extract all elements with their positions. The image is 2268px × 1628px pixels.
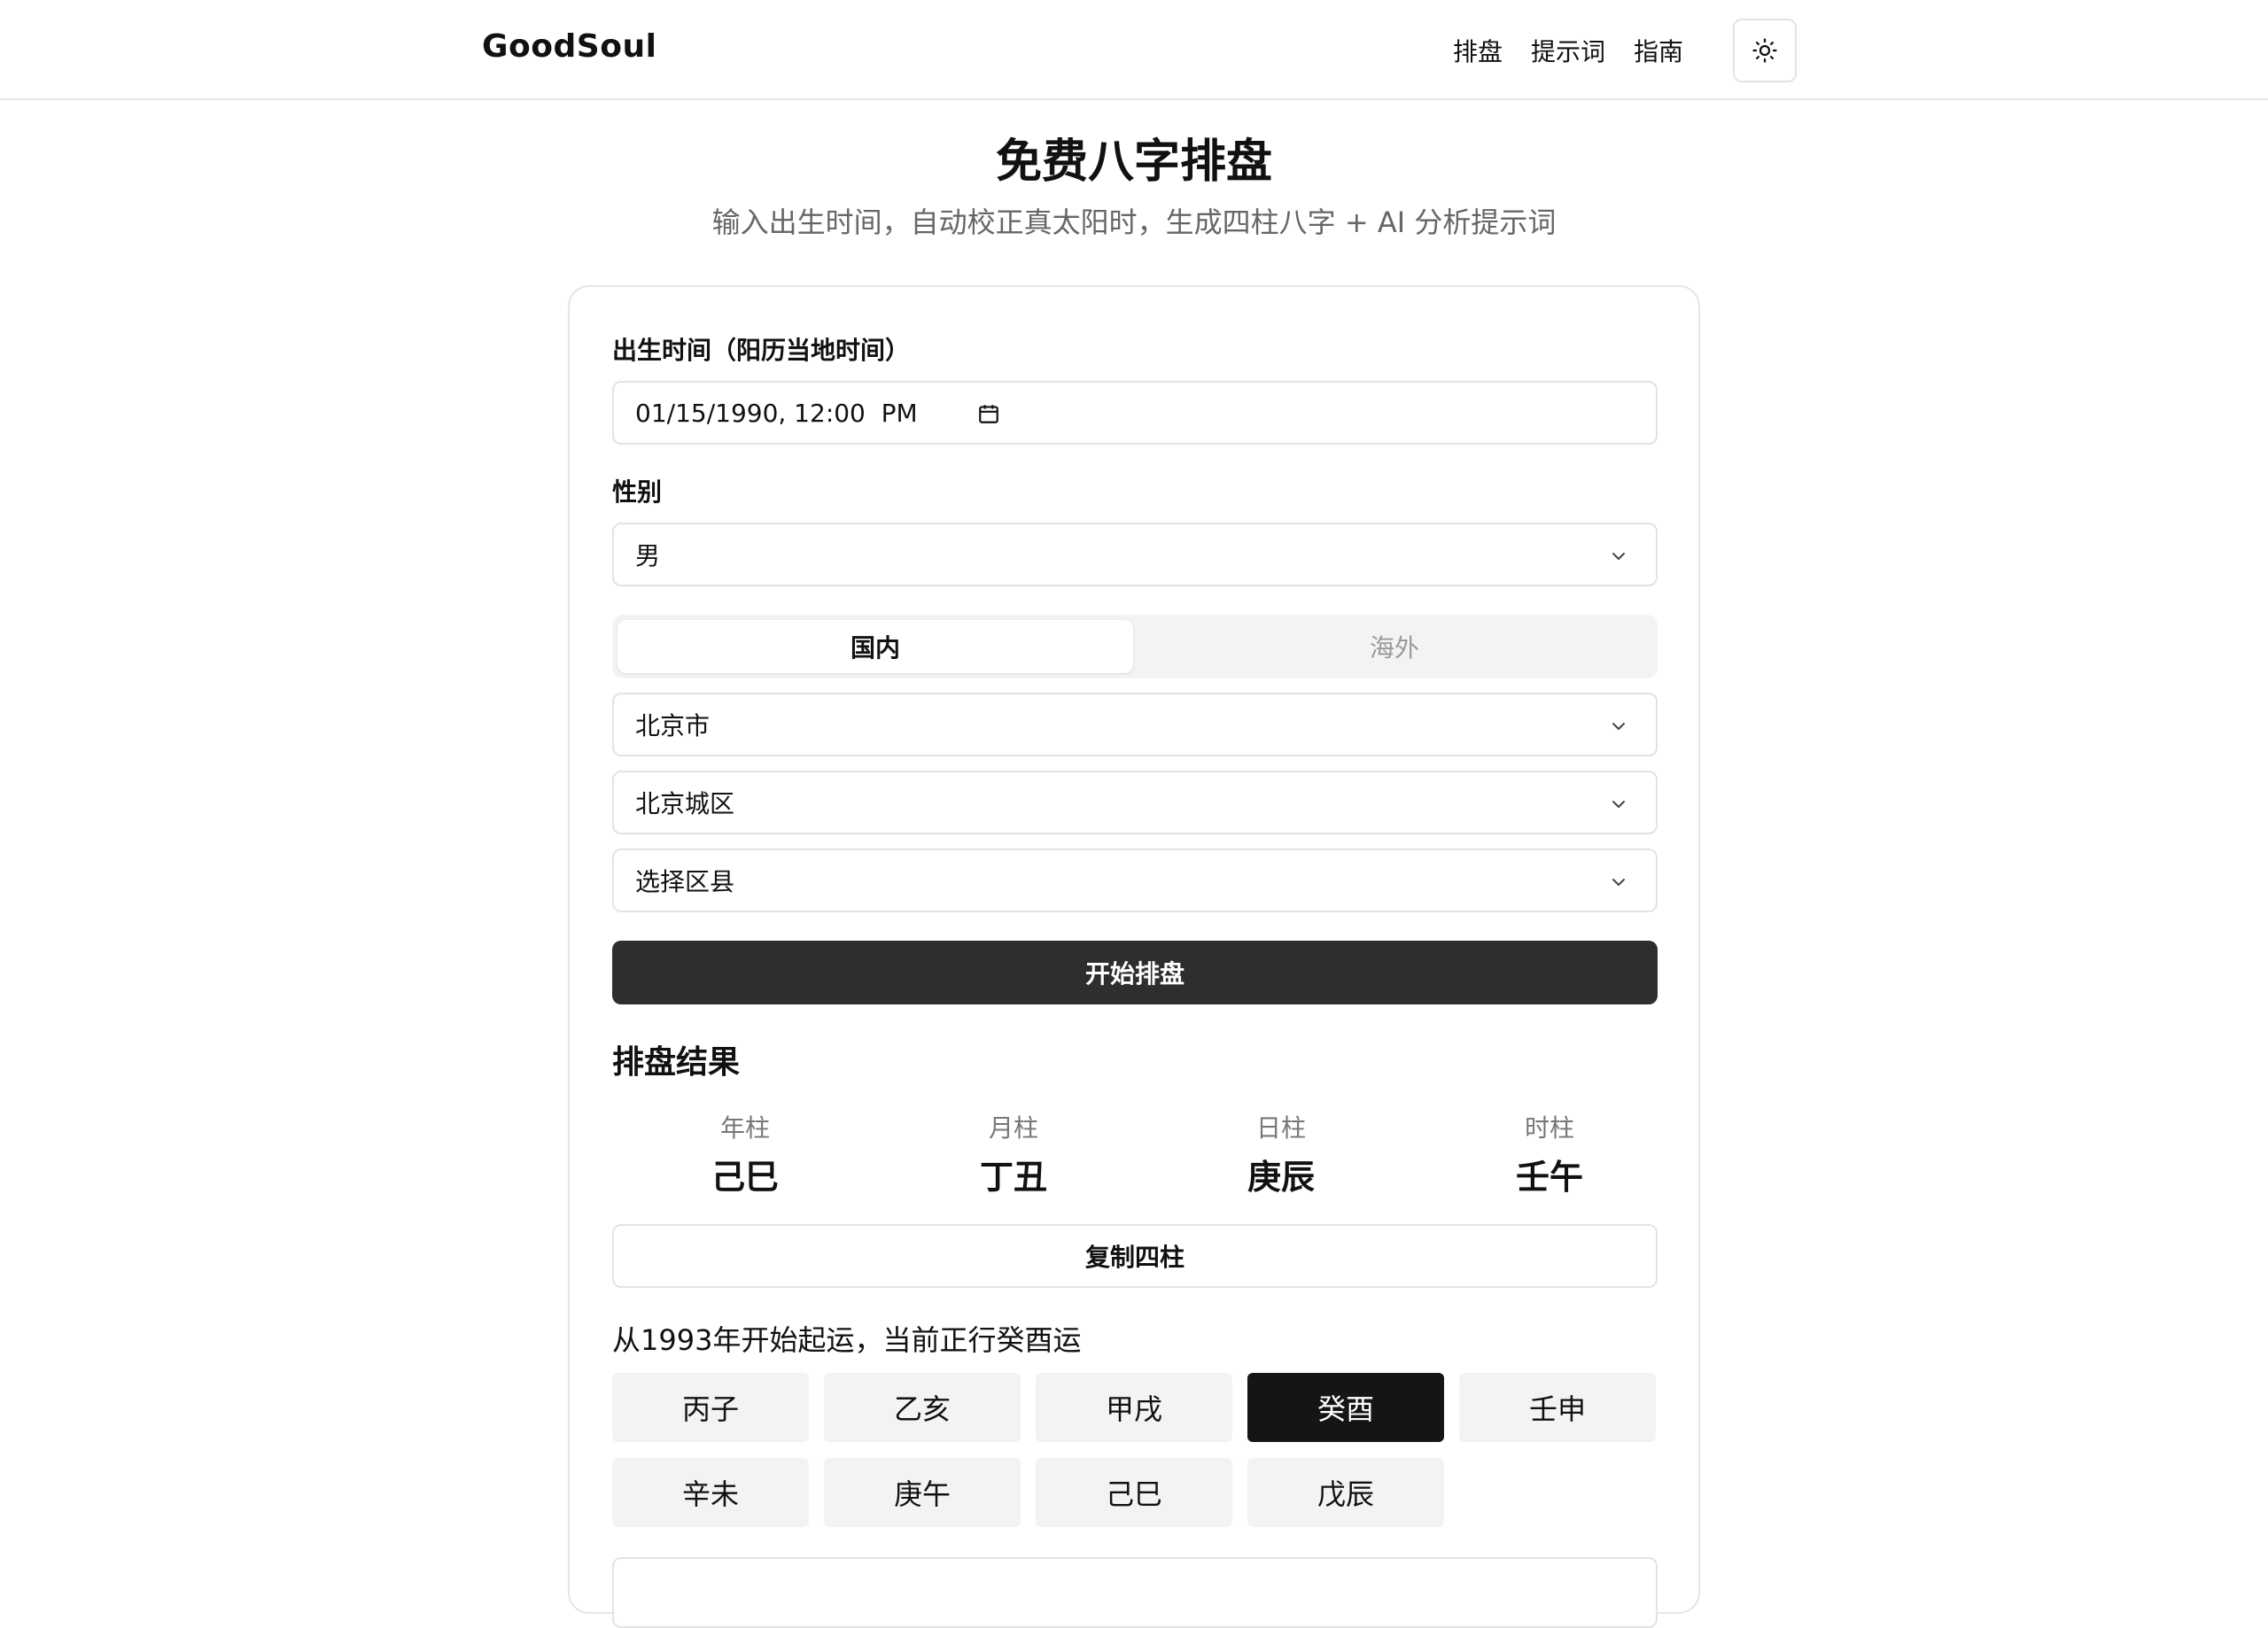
luck-start-text: 从1993年开始起运，当前正行癸酉运 xyxy=(612,1323,1082,1357)
city-select[interactable]: 北京城区 xyxy=(612,771,1658,834)
chevron-down-icon xyxy=(1612,553,1625,560)
luck-cycle-cell[interactable]: 己巳 xyxy=(1036,1458,1232,1527)
sun-icon xyxy=(1752,37,1777,63)
gender-select-value: 男 xyxy=(635,541,661,570)
luck-cycle-cell[interactable]: 甲戌 xyxy=(1036,1373,1232,1442)
four-pillars: 年柱 己巳 月柱 丁丑 日柱 庚辰 时柱 壬午 xyxy=(612,1111,1658,1199)
birth-datetime-input[interactable]: 01/15/1990, 12:00 PM xyxy=(612,381,1658,445)
pillar-month: 月柱 丁丑 xyxy=(881,1111,1146,1198)
pillar-name: 时柱 xyxy=(1524,1113,1574,1143)
pillar-value: 庚辰 xyxy=(1247,1158,1315,1197)
brand-logo[interactable]: GoodSoul xyxy=(482,28,656,65)
main-nav: 排盘 提示词 指南 xyxy=(1453,18,1798,82)
top-navigation-bar: GoodSoul 排盘 提示词 指南 xyxy=(0,0,2268,100)
theme-toggle-button[interactable] xyxy=(1733,18,1798,82)
calendar-icon[interactable] xyxy=(977,402,1000,425)
gender-select[interactable]: 男 xyxy=(612,523,1658,586)
luck-cycle-cell[interactable]: 壬申 xyxy=(1459,1373,1656,1442)
pillar-name: 月柱 xyxy=(988,1113,1038,1143)
chevron-down-icon xyxy=(1612,879,1625,886)
luck-cycle-cell[interactable]: 辛未 xyxy=(612,1458,809,1527)
pillar-hour: 时柱 壬午 xyxy=(1417,1111,1682,1198)
nav-link-paipan[interactable]: 排盘 xyxy=(1453,33,1503,68)
pillar-value: 己巳 xyxy=(711,1158,779,1197)
location-segmented-control: 国内 海外 xyxy=(612,615,1658,678)
result-title: 排盘结果 xyxy=(612,1044,741,1081)
birth-time-label: 出生时间（阳历当地时间） xyxy=(612,336,911,365)
province-select[interactable]: 北京市 xyxy=(612,693,1658,756)
start-paipan-button[interactable]: 开始排盘 xyxy=(612,941,1658,1004)
paipan-form-card: 出生时间（阳历当地时间） 01/15/1990, 12:00 PM 性别 男 国… xyxy=(568,285,1700,1628)
district-select-value: 选择区县 xyxy=(635,867,735,896)
province-select-value: 北京市 xyxy=(635,711,711,740)
tab-overseas[interactable]: 海外 xyxy=(1137,620,1652,673)
district-select[interactable]: 选择区县 xyxy=(612,849,1658,912)
luck-cycle-cell[interactable]: 乙亥 xyxy=(824,1373,1021,1442)
pillar-year: 年柱 己巳 xyxy=(612,1111,878,1198)
pillar-name: 年柱 xyxy=(719,1113,770,1143)
chevron-down-icon xyxy=(1612,801,1625,808)
page-title: 免费八字排盘 xyxy=(995,136,1272,189)
luck-cycle-cell[interactable]: 戊辰 xyxy=(1247,1458,1444,1527)
luck-cycle-cell-current[interactable]: 癸酉 xyxy=(1247,1373,1444,1442)
pillar-value: 丁丑 xyxy=(979,1158,1047,1197)
copy-pillars-button[interactable]: 复制四柱 xyxy=(612,1224,1658,1288)
luck-cycle-cell[interactable]: 庚午 xyxy=(824,1458,1021,1527)
birth-datetime-value: 01/15/1990, 12:00 PM xyxy=(635,398,918,428)
pillar-name: 日柱 xyxy=(1255,1113,1306,1143)
page-subtitle: 输入出生时间，自动校正真太阳时，生成四柱八字 + AI 分析提示词 xyxy=(711,205,1557,239)
tab-domestic[interactable]: 国内 xyxy=(617,620,1133,673)
gender-label: 性别 xyxy=(612,477,663,507)
pillar-value: 壬午 xyxy=(1515,1158,1583,1197)
chevron-down-icon xyxy=(1612,723,1625,730)
nav-link-prompts[interactable]: 提示词 xyxy=(1531,33,1605,68)
prompt-output-box[interactable] xyxy=(612,1557,1658,1628)
pillar-day: 日柱 庚辰 xyxy=(1148,1111,1414,1198)
city-select-value: 北京城区 xyxy=(635,789,735,818)
nav-link-guide[interactable]: 指南 xyxy=(1634,33,1683,68)
luck-cycle-cell[interactable]: 丙子 xyxy=(612,1373,809,1442)
